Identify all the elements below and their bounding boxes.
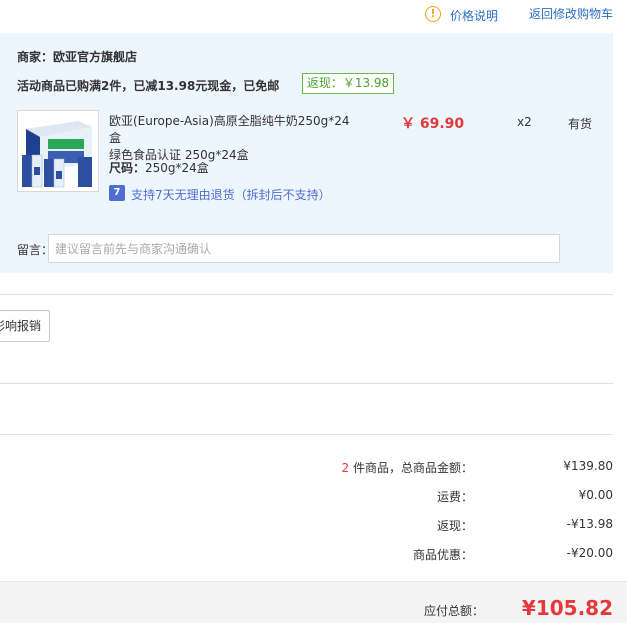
product-size: 尺码：250g*24盒 (109, 159, 209, 176)
rebate-badge: 返现：￥13.98 (302, 73, 394, 94)
payable-total-bar: 应付总额： ¥105.82 (0, 581, 627, 623)
merchant-name: 商家：欧亚官方旗舰店 (17, 50, 138, 64)
summary-row-discount: 商品优惠： -¥20.00 (0, 546, 613, 566)
divider (0, 383, 613, 384)
discount-value: -¥20.00 (566, 546, 613, 560)
store-section: 商家：欧亚官方旗舰店 活动商品已购满2件，已减13.98元现金，已免邮 返现：￥… (0, 33, 613, 273)
product-quantity: x2 (517, 115, 532, 129)
rebate-label: 返现： (436, 519, 473, 533)
total-amount-label: 2 件商品，总商品金额： (341, 461, 473, 475)
rebate-value: -¥13.98 (566, 517, 613, 531)
discount-label: 商品优惠： (412, 548, 473, 562)
remark-input[interactable] (48, 234, 560, 263)
promo-text: 活动商品已购满2件，已减13.98元现金，已免邮 (17, 79, 280, 93)
summary-row-rebate: 返现： -¥13.98 (0, 517, 613, 537)
product-name-line1[interactable]: 欧亚(Europe-Asia)高原全脂纯牛奶250g*24盒 (109, 113, 359, 147)
summary-row-shipping: 运费： ¥0.00 (0, 488, 613, 508)
total-amount-value: ¥139.80 (563, 459, 613, 473)
return-policy-link[interactable]: 支持7天无理由退货（拆封后不支持） (131, 186, 331, 203)
summary-row-total: 2 件商品，总商品金额： ¥139.80 (0, 459, 613, 479)
back-to-cart-link[interactable]: 返回修改购物车 (529, 5, 613, 22)
shipping-value: ¥0.00 (578, 488, 613, 502)
divider (0, 294, 613, 295)
milk-box-image (18, 111, 98, 191)
stock-status: 有货 (568, 117, 593, 131)
info-icon[interactable]: ! (425, 6, 441, 22)
product-thumbnail[interactable] (17, 110, 99, 192)
top-bar: ! 价格说明 返回修改购物车 (0, 0, 627, 30)
price-info-link[interactable]: 价格说明 (450, 7, 498, 24)
payable-value: ¥105.82 (521, 596, 613, 620)
product-price: ￥ 69.90 (401, 116, 465, 132)
divider (0, 434, 613, 435)
shipping-label: 运费： (436, 490, 473, 504)
size-value: 250g*24盒 (145, 161, 209, 175)
invoice-reimburse-button[interactable]: 影响报销 (0, 310, 50, 342)
size-label: 尺码： (109, 161, 146, 175)
seven-day-return-icon: 7 (109, 185, 125, 201)
product-name[interactable]: 欧亚(Europe-Asia)高原全脂纯牛奶250g*24盒 绿色食品认证 25… (109, 113, 359, 164)
payable-label: 应付总额： (423, 604, 484, 618)
